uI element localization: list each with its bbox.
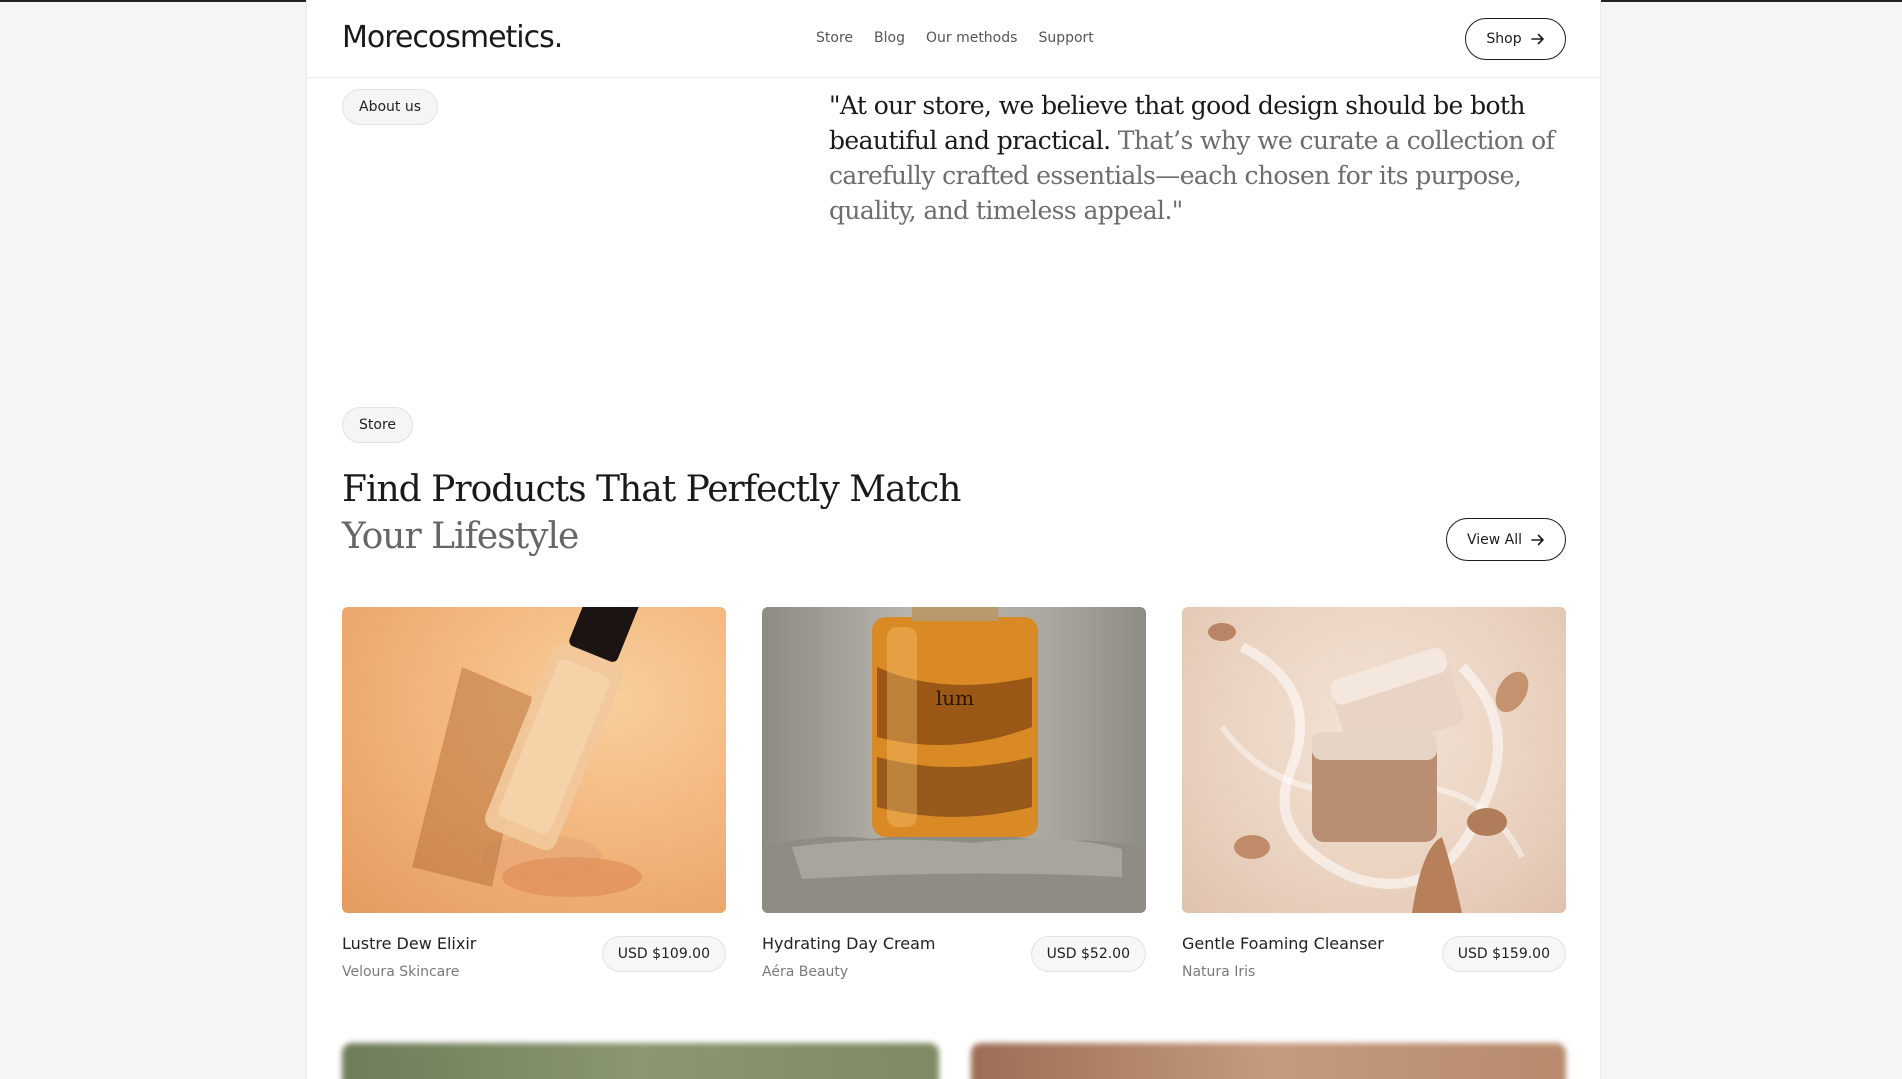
product-brand: Natura Iris [1182, 964, 1256, 980]
about-quote: "At our store, we believe that good desi… [829, 88, 1569, 228]
bottle-label: lum [936, 686, 974, 710]
about-us-tag: About us [342, 89, 439, 125]
blurred-product-image [342, 1043, 939, 1079]
product-card[interactable]: lum Hydrating Day Cream Aéra Beauty USD … [762, 607, 1146, 980]
site-logo[interactable]: Morecosmetics. [342, 20, 563, 55]
product-price: USD $159.00 [1441, 936, 1566, 972]
store-heading-line1: Find Products That Perfectly Match [342, 469, 961, 510]
product-card[interactable]: Lustre Dew Elixir Veloura Skincare USD $… [342, 607, 726, 980]
view-all-label: View All [1466, 531, 1523, 548]
product-name[interactable]: Hydrating Day Cream [762, 934, 935, 953]
product-name[interactable]: Lustre Dew Elixir [342, 934, 476, 953]
arrow-right-icon [1531, 534, 1545, 546]
shop-button[interactable]: Shop [1465, 18, 1566, 60]
product-brand: Veloura Skincare [342, 964, 460, 980]
store-tag: Store [342, 407, 414, 443]
blurred-product-image [971, 1043, 1566, 1079]
nav-item-blog[interactable]: Blog [874, 30, 905, 46]
nav-item-support[interactable]: Support [1038, 30, 1093, 46]
store-heading-line2: Your Lifestyle [342, 516, 579, 557]
store-heading: Find Products That Perfectly Match Your … [342, 466, 961, 560]
product-image-serum-bottle[interactable] [342, 607, 726, 913]
page-container: Morecosmetics. Store Blog Our methods Su… [306, 0, 1601, 1079]
arrow-right-icon [1530, 33, 1545, 45]
shop-button-label: Shop [1486, 31, 1522, 47]
product-image-cream-jars[interactable] [1182, 607, 1566, 913]
nav-item-store[interactable]: Store [816, 30, 853, 46]
product-price: USD $52.00 [1030, 936, 1146, 972]
product-card[interactable]: Gentle Foaming Cleanser Natura Iris USD … [1182, 607, 1566, 980]
product-brand: Aéra Beauty [762, 964, 849, 980]
product-image-amber-bottle[interactable]: lum [762, 607, 1146, 913]
site-header: Morecosmetics. Store Blog Our methods Su… [307, 0, 1600, 78]
main-nav: Store Blog Our methods Support [816, 30, 1094, 46]
product-name[interactable]: Gentle Foaming Cleanser [1182, 934, 1384, 953]
nav-item-our-methods[interactable]: Our methods [926, 30, 1017, 46]
view-all-button[interactable]: View All [1446, 518, 1566, 561]
product-price: USD $109.00 [601, 936, 726, 972]
